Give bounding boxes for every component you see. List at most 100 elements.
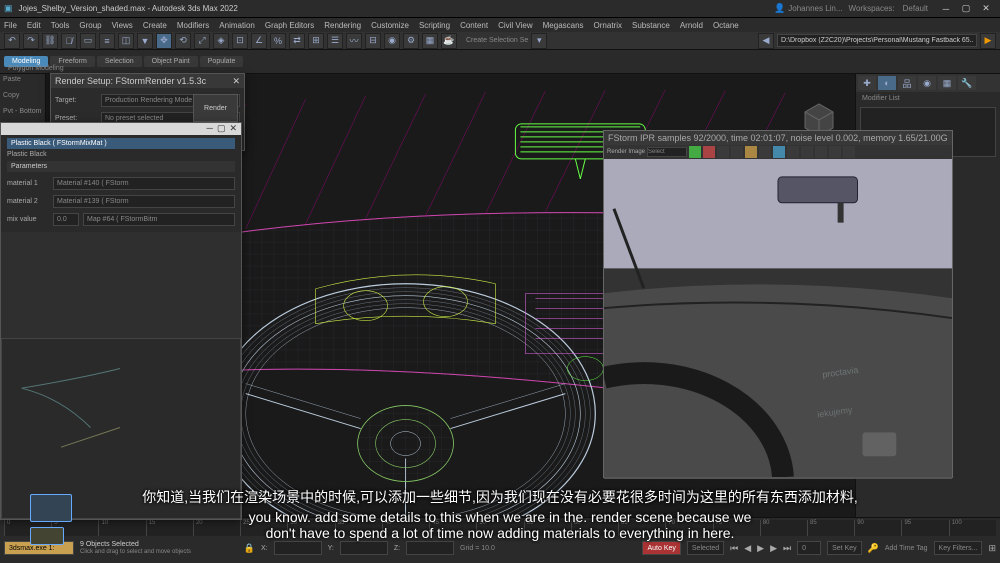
menu-tools[interactable]: Tools <box>51 21 70 30</box>
workspace-value[interactable]: Default <box>903 4 928 13</box>
material-node[interactable] <box>30 494 72 522</box>
menu-substance[interactable]: Substance <box>632 21 670 30</box>
select-name-button[interactable]: ≡ <box>99 33 115 49</box>
unlink-button[interactable]: ⛓̸ <box>61 33 77 49</box>
render-setup-title[interactable]: Render Setup: FStormRender v1.5.3c ✕ <box>51 74 244 88</box>
menu-create[interactable]: Create <box>143 21 167 30</box>
rotate-button[interactable]: ⟲ <box>175 33 191 49</box>
render-button[interactable]: ☕ <box>441 33 457 49</box>
addtime-label[interactable]: Add Time Tag <box>885 545 928 552</box>
fstorm-btn-2[interactable] <box>703 146 715 158</box>
slate-params-header[interactable]: Parameters <box>7 161 235 172</box>
ribbon-tab-objectpaint[interactable]: Object Paint <box>144 56 198 67</box>
fstorm-btn-12[interactable] <box>843 146 855 158</box>
keyfilters-button[interactable]: Key Filters... <box>934 541 983 555</box>
motion-tab[interactable]: ◉ <box>918 76 936 90</box>
menu-edit[interactable]: Edit <box>27 21 41 30</box>
display-tab[interactable]: ▦ <box>938 76 956 90</box>
render-setup-close-icon[interactable]: ✕ <box>232 76 240 87</box>
fstorm-select-input[interactable] <box>647 147 687 157</box>
fstorm-btn-3[interactable] <box>717 146 729 158</box>
fstorm-render-view[interactable]: proctavia iekujemy <box>604 159 952 479</box>
fstorm-btn-11[interactable] <box>829 146 841 158</box>
modify-tab[interactable]: ◐ <box>878 76 896 90</box>
link-button[interactable]: ⛓ <box>42 33 58 49</box>
menu-megascans[interactable]: Megascans <box>543 21 584 30</box>
prev-button[interactable]: ◀ <box>758 33 774 49</box>
fstorm-render-window[interactable]: FStorm IPR samples 92/2000, time 02:01:0… <box>603 130 953 478</box>
utilities-tab[interactable]: 🔧 <box>958 76 976 90</box>
select-button[interactable]: ▭ <box>80 33 96 49</box>
angle-snap-button[interactable]: ∠ <box>251 33 267 49</box>
hierarchy-tab[interactable]: 品 <box>898 76 916 90</box>
playback-start-icon[interactable]: ⏮ <box>730 543 738 554</box>
menu-group[interactable]: Group <box>79 21 101 30</box>
menu-civil[interactable]: Civil View <box>498 21 533 30</box>
mat1-field[interactable]: Material #140 ( FStorm <box>53 177 235 190</box>
setkey-button[interactable]: Set Key <box>827 541 862 555</box>
menu-file[interactable]: File <box>4 21 17 30</box>
close-button[interactable]: ✕ <box>976 2 996 16</box>
create-tab[interactable]: ✚ <box>858 76 876 90</box>
menu-arnold[interactable]: Arnold <box>680 21 703 30</box>
menu-animation[interactable]: Animation <box>219 21 255 30</box>
slate-titlebar[interactable]: ─ ▢ ✕ <box>1 123 241 135</box>
time-slider[interactable]: 0 5 10 15 20 25 30 35 40 45 50 55 60 65 … <box>4 520 996 536</box>
scale-button[interactable]: ⤢ <box>194 33 210 49</box>
user-name[interactable]: Johannes Lin... <box>788 4 842 13</box>
menu-ornatrix[interactable]: Ornatrix <box>594 21 622 30</box>
mirror-button[interactable]: ⇄ <box>289 33 305 49</box>
mat2-field[interactable]: Material #139 ( FStorm <box>53 195 235 208</box>
filter-button[interactable]: ▼ <box>137 33 153 49</box>
texture-node-1[interactable] <box>30 527 64 545</box>
layer-button[interactable]: ☰ <box>327 33 343 49</box>
menu-content[interactable]: Content <box>460 21 488 30</box>
fstorm-btn-4[interactable] <box>731 146 743 158</box>
menu-scripting[interactable]: Scripting <box>419 21 450 30</box>
mix-field[interactable]: Map #64 ( FStormBitm <box>83 213 235 226</box>
refsys-button[interactable]: ◈ <box>213 33 229 49</box>
key-icon[interactable]: 🔑 <box>868 543 879 554</box>
y-input[interactable] <box>340 541 388 555</box>
lock-icon[interactable]: 🔒 <box>244 543 255 554</box>
curve-editor-button[interactable]: 〰 <box>346 33 362 49</box>
fstorm-title[interactable]: FStorm IPR samples 92/2000, time 02:01:0… <box>604 131 952 145</box>
modifier-list-label[interactable]: Modifier List <box>856 92 1000 105</box>
path-input[interactable] <box>777 34 977 47</box>
select-region-button[interactable]: ◫ <box>118 33 134 49</box>
fstorm-btn-8[interactable] <box>787 146 799 158</box>
menu-graph[interactable]: Graph Editors <box>265 21 314 30</box>
redo-button[interactable]: ↷ <box>23 33 39 49</box>
render-button-dialog[interactable]: Render <box>193 94 238 122</box>
minimize-button[interactable]: ─ <box>936 2 956 16</box>
x-input[interactable] <box>274 541 322 555</box>
slate-material-header[interactable]: Plastic Black ( FStormMixMat ) <box>7 138 235 149</box>
fstorm-btn-6[interactable] <box>759 146 771 158</box>
ribbon-tab-selection[interactable]: Selection <box>97 56 142 67</box>
slate-min-icon[interactable]: ─ <box>207 123 213 135</box>
selection-set-dropdown[interactable]: ▾ <box>531 33 547 49</box>
lp-paste[interactable]: Paste <box>0 74 45 90</box>
fstorm-btn-7[interactable] <box>773 146 785 158</box>
playback-end-icon[interactable]: ⏭ <box>783 543 791 554</box>
z-input[interactable] <box>406 541 454 555</box>
slate-close-icon[interactable]: ✕ <box>229 123 237 135</box>
render-setup-button[interactable]: ⚙ <box>403 33 419 49</box>
menu-octane[interactable]: Octane <box>713 21 739 30</box>
user-icon[interactable]: 👤 <box>774 3 785 14</box>
lp-copy[interactable]: Copy <box>0 90 45 106</box>
material-editor-button[interactable]: ◉ <box>384 33 400 49</box>
next-button[interactable]: ▶ <box>980 33 996 49</box>
lp-pvtb[interactable]: Pvt - Bottom <box>0 106 45 122</box>
snap-button[interactable]: ⊡ <box>232 33 248 49</box>
align-button[interactable]: ⊞ <box>308 33 324 49</box>
render-frame-button[interactable]: ▦ <box>422 33 438 49</box>
playback-prev-icon[interactable]: ◀ <box>744 543 751 554</box>
menu-modifiers[interactable]: Modifiers <box>177 21 209 30</box>
menu-rendering[interactable]: Rendering <box>324 21 361 30</box>
fstorm-btn-9[interactable] <box>801 146 813 158</box>
slate-material-window[interactable]: ─ ▢ ✕ Plastic Black ( FStormMixMat ) Pla… <box>0 122 242 520</box>
undo-button[interactable]: ↶ <box>4 33 20 49</box>
slate-node-canvas[interactable] <box>1 338 241 519</box>
slate-max-icon[interactable]: ▢ <box>217 123 226 135</box>
